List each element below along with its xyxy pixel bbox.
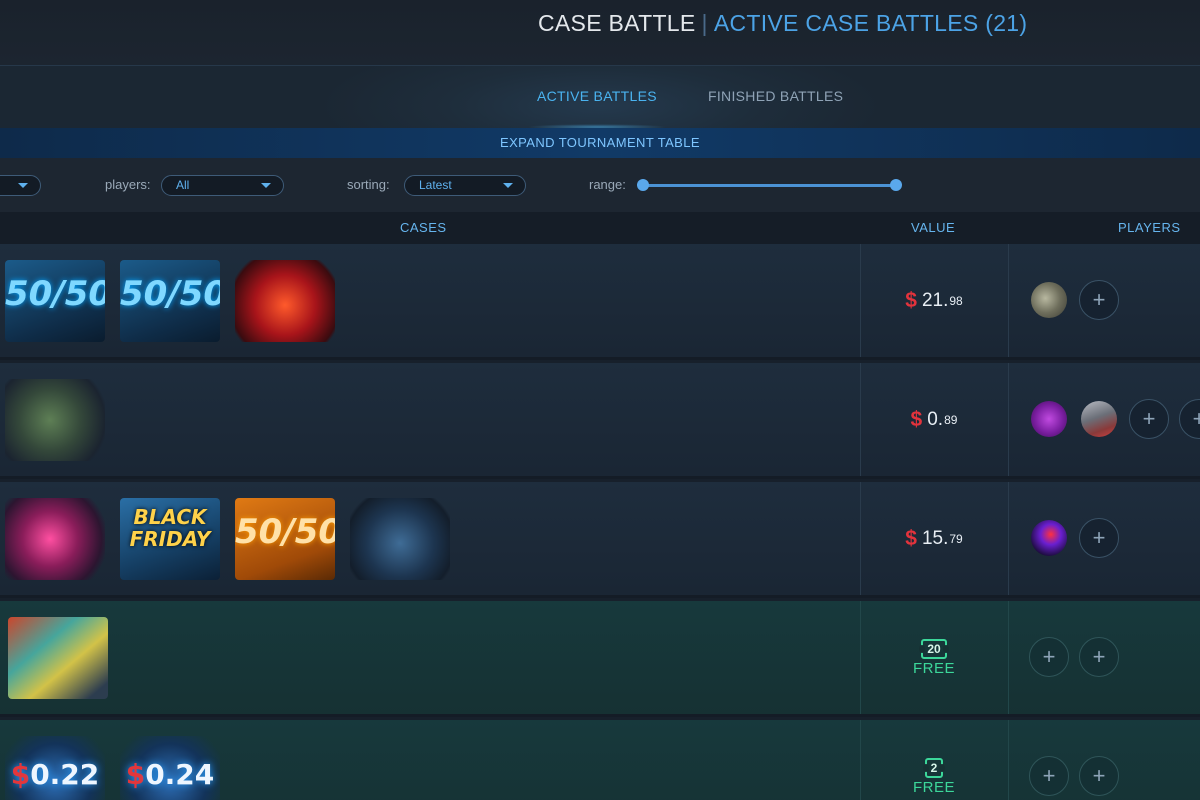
battle-value: $0. 89 [860, 363, 1008, 476]
column-header-players: PLAYERS [1118, 220, 1181, 235]
case-price-label: $0.24 [120, 758, 220, 791]
column-divider [1008, 720, 1009, 800]
title-separator: | [701, 10, 708, 36]
battle-row-free[interactable]: 20 FREE + + [0, 601, 1200, 717]
battle-tabs: ACTIVE BATTLES FINISHED BATTLES [0, 66, 1200, 130]
expand-tournament-button[interactable]: EXPAND TOURNAMENT TABLE [0, 128, 1200, 158]
join-battle-button[interactable]: + [1079, 756, 1119, 796]
players-filter-value: All [176, 178, 190, 192]
avatar[interactable] [1081, 401, 1117, 437]
players-filter-select[interactable]: All [161, 175, 284, 196]
tab-finished-battles[interactable]: FINISHED BATTLES [708, 88, 843, 104]
case-price-label: $0.22 [5, 758, 105, 791]
filter-bar: players: All sorting: Latest range: [0, 158, 1200, 212]
value-cents: 89 [944, 412, 958, 427]
battle-row-free[interactable]: $0.22 $0.24 2 FREE + + [0, 720, 1200, 800]
avatar[interactable] [1031, 520, 1067, 556]
case-5050-blue-icon: 50/50 [120, 260, 220, 342]
join-battle-button[interactable]: + [1129, 399, 1169, 439]
case-dark-box-icon [350, 498, 450, 580]
join-battle-button[interactable]: + [1029, 756, 1069, 796]
join-battle-button[interactable]: + [1079, 637, 1119, 677]
chevron-down-icon [18, 183, 28, 188]
chevron-down-icon [261, 183, 271, 188]
column-divider [1008, 482, 1009, 595]
free-battle-value: 2 FREE [860, 758, 1008, 796]
join-battle-button[interactable]: + [1029, 637, 1069, 677]
column-header-cases: CASES [400, 220, 447, 235]
value-whole: 21. [921, 289, 949, 311]
value-cents: 98 [949, 293, 963, 308]
range-slider-track[interactable] [643, 184, 896, 187]
case-price-icon: $0.24 [120, 736, 220, 800]
column-divider [1008, 244, 1009, 357]
case-label: 50/50 [235, 512, 335, 552]
join-battle-button[interactable]: + [1179, 399, 1200, 439]
page-title: CASE BATTLE | ACTIVE CASE BATTLES (21) [538, 10, 1027, 37]
sorting-filter-select[interactable]: Latest [404, 175, 526, 196]
top-header: CASE BATTLE | ACTIVE CASE BATTLES (21) [0, 0, 1200, 66]
case-price-amount: 0.24 [145, 758, 215, 791]
case-price-amount: 0.22 [30, 758, 100, 791]
case-price-icon: $0.22 [5, 736, 105, 800]
dollar-icon: $ [905, 288, 917, 312]
free-label: FREE [912, 660, 955, 677]
avatar[interactable] [1031, 401, 1067, 437]
case-graffiti-gun-icon [8, 617, 108, 699]
avatar[interactable] [1031, 282, 1067, 318]
battle-row[interactable]: BLACK FRIDAY 50/50 $15. 79 + [0, 482, 1200, 598]
table-header: CASES VALUE PLAYERS [0, 212, 1200, 244]
range-filter-label: range: [589, 177, 626, 192]
dollar-icon: $ [910, 407, 923, 431]
value-whole: 0. [927, 408, 944, 430]
page-title-subtitle: ACTIVE CASE BATTLES (21) [713, 10, 1028, 36]
value-whole: 15. [921, 527, 949, 549]
dollar-icon: $ [125, 758, 146, 791]
range-slider-min-handle[interactable] [637, 179, 649, 191]
sorting-filter-value: Latest [419, 178, 452, 192]
column-divider [1008, 363, 1009, 476]
free-battle-value: 20 FREE [860, 639, 1008, 677]
page-title-main: CASE BATTLE [538, 10, 696, 36]
case-black-friday-icon: BLACK FRIDAY [120, 498, 220, 580]
case-label: BLACK FRIDAY [129, 505, 211, 551]
battle-value: $15. 79 [860, 482, 1008, 595]
battle-value: $21. 98 [860, 244, 1008, 357]
join-battle-button[interactable]: + [1079, 518, 1119, 558]
players-filter-label: players: [105, 177, 151, 192]
case-label: 50/50 [5, 274, 105, 314]
tab-active-battles[interactable]: ACTIVE BATTLES [527, 88, 667, 130]
chevron-down-icon [503, 183, 513, 188]
sorting-filter-label: sorting: [347, 177, 390, 192]
column-divider [1008, 601, 1009, 714]
cut-off-filter-select[interactable] [0, 175, 41, 196]
value-cents: 79 [949, 531, 963, 546]
join-battle-button[interactable]: + [1079, 280, 1119, 320]
case-5050-orange-icon: 50/50 [235, 498, 335, 580]
case-green-soldier-box-icon [5, 379, 105, 461]
ticket-icon: 20 [919, 639, 950, 659]
dollar-icon: $ [905, 526, 917, 550]
range-slider-max-handle[interactable] [890, 179, 902, 191]
column-header-value: VALUE [911, 220, 956, 235]
battle-row[interactable]: 50/50 50/50 $21. 98 + [0, 244, 1200, 360]
case-5050-blue-icon: 50/50 [5, 260, 105, 342]
battle-row[interactable]: $0. 89 + + [0, 363, 1200, 479]
ticket-icon: 2 [922, 758, 946, 778]
case-pink-box-icon [5, 498, 105, 580]
case-label: 50/50 [120, 274, 220, 314]
dollar-icon: $ [10, 758, 31, 791]
case-red-box-icon [235, 260, 335, 342]
free-label: FREE [912, 779, 955, 796]
